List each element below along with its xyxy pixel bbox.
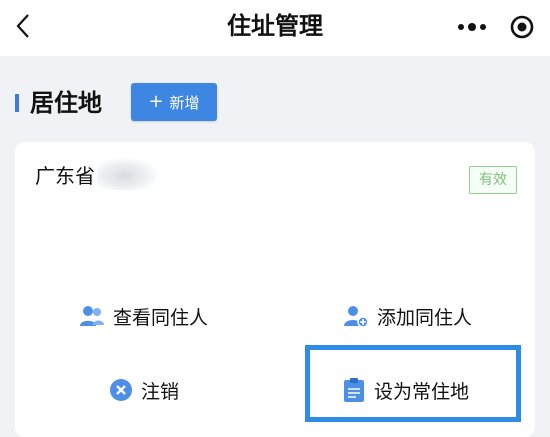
add-cohabitant-button[interactable]: 添加同住人	[343, 296, 472, 336]
target-icon[interactable]	[508, 13, 536, 41]
action-label: 添加同住人	[377, 306, 473, 329]
section-accent-bar	[15, 94, 19, 112]
cancel-circle-icon	[110, 379, 132, 401]
section-title: 居住地	[30, 89, 102, 117]
cancel-address-button[interactable]: 注销	[109, 370, 179, 410]
more-dots-icon[interactable]	[452, 13, 492, 41]
redacted-address	[97, 158, 157, 190]
people-icon	[80, 306, 104, 326]
view-cohabitants-button[interactable]: 查看同住人	[79, 296, 208, 336]
add-button[interactable]: + 新增	[131, 83, 217, 121]
action-label: 注销	[141, 380, 180, 403]
plus-icon: +	[148, 91, 164, 112]
add-person-icon	[344, 306, 369, 328]
status-badge: 有效	[469, 166, 517, 194]
action-label: 查看同住人	[113, 306, 209, 329]
address-text: 广东省	[35, 164, 95, 188]
top-nav-bar: 住址管理	[0, 0, 550, 56]
residence-section-header: 居住地 + 新增	[0, 80, 550, 128]
add-button-label: 新增	[169, 93, 200, 112]
highlight-box	[305, 345, 521, 422]
